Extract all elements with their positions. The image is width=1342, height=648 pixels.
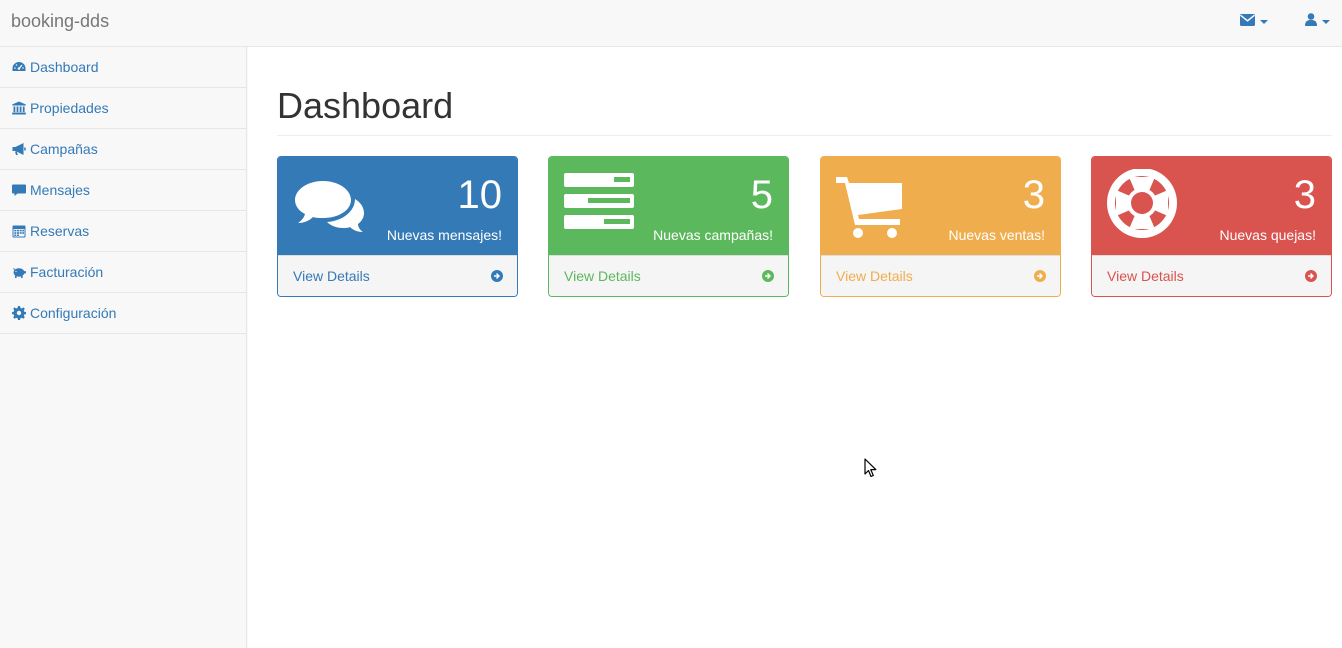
bullhorn-icon xyxy=(11,142,27,156)
panel-heading: 3 Nuevas ventas! xyxy=(821,157,1060,255)
sidebar-item-campanas[interactable]: Campañas xyxy=(0,129,246,170)
arrow-circle-right-icon xyxy=(1034,270,1046,282)
calendar-icon xyxy=(11,224,27,238)
view-details-label: View Details xyxy=(836,268,913,284)
sidebar-item-dashboard[interactable]: Dashboard xyxy=(0,47,246,88)
shopping-cart-icon xyxy=(836,169,908,241)
sidebar: Dashboard Propiedades Campañas Mensajes … xyxy=(0,47,247,648)
user-icon xyxy=(1305,13,1317,31)
arrow-circle-right-icon xyxy=(1305,270,1317,282)
sidebar-item-label: Reservas xyxy=(30,223,90,239)
sidebar-item-mensajes[interactable]: Mensajes xyxy=(0,170,246,211)
sidebar-item-propiedades[interactable]: Propiedades xyxy=(0,88,246,129)
new-campaigns-count: 5 xyxy=(750,173,773,217)
comment-icon xyxy=(11,183,27,197)
panel-heading: 10 Nuevas mensajes! xyxy=(278,157,517,255)
comments-icon xyxy=(293,169,365,241)
gear-icon xyxy=(11,306,27,320)
top-navbar: booking-dds xyxy=(0,0,1342,47)
piggy-bank-icon xyxy=(11,265,27,279)
sidebar-item-configuracion[interactable]: Configuración xyxy=(0,293,246,334)
panel-heading: 3 Nuevas quejas! xyxy=(1092,157,1331,255)
dashboard-icon xyxy=(11,60,27,74)
page-header: Dashboard xyxy=(277,85,1332,136)
view-details-link[interactable]: View Details xyxy=(549,255,788,296)
arrow-circle-right-icon xyxy=(491,270,503,282)
arrow-circle-right-icon xyxy=(762,270,774,282)
chevron-down-icon xyxy=(1322,20,1330,24)
view-details-link[interactable]: View Details xyxy=(278,255,517,296)
sidebar-item-reservas[interactable]: Reservas xyxy=(0,211,246,252)
sidebar-item-label: Dashboard xyxy=(30,59,99,75)
sidebar-item-label: Campañas xyxy=(30,141,98,157)
new-sales-count: 3 xyxy=(1022,173,1045,217)
new-messages-label: Nuevas mensajes! xyxy=(386,227,502,243)
new-complaints-count: 3 xyxy=(1293,173,1316,217)
brand-link[interactable]: booking-dds xyxy=(11,11,109,32)
support-icon xyxy=(1107,168,1179,241)
panel-heading: 5 Nuevas campañas! xyxy=(549,157,788,255)
bank-icon xyxy=(11,101,27,115)
user-dropdown[interactable] xyxy=(1305,13,1330,31)
campaigns-panel: 5 Nuevas campañas! View Details xyxy=(548,156,789,297)
sidebar-item-label: Configuración xyxy=(30,305,117,321)
main-content: Dashboard 10 Nuevas mensajes! View Detai… xyxy=(248,47,1342,648)
view-details-link[interactable]: View Details xyxy=(821,255,1060,296)
view-details-label: View Details xyxy=(1107,268,1184,284)
messages-panel: 10 Nuevas mensajes! View Details xyxy=(277,156,518,297)
envelope-icon xyxy=(1240,13,1255,31)
sidebar-item-label: Facturación xyxy=(30,264,104,280)
chevron-down-icon xyxy=(1260,20,1268,24)
view-details-label: View Details xyxy=(293,268,370,284)
sidebar-item-label: Propiedades xyxy=(30,100,109,116)
messages-dropdown[interactable] xyxy=(1240,13,1268,31)
tasks-icon xyxy=(564,169,636,241)
new-messages-count: 10 xyxy=(457,173,503,217)
sidebar-item-facturacion[interactable]: Facturación xyxy=(0,252,246,293)
mouse-cursor-icon xyxy=(864,458,878,478)
view-details-link[interactable]: View Details xyxy=(1092,255,1331,296)
complaints-panel: 3 Nuevas quejas! View Details xyxy=(1091,156,1332,297)
sales-panel: 3 Nuevas ventas! View Details xyxy=(820,156,1061,297)
view-details-label: View Details xyxy=(564,268,641,284)
sidebar-item-label: Mensajes xyxy=(30,182,90,198)
new-campaigns-label: Nuevas campañas! xyxy=(653,227,773,243)
new-sales-label: Nuevas ventas! xyxy=(948,227,1046,243)
page-title: Dashboard xyxy=(277,85,454,126)
new-complaints-label: Nuevas quejas! xyxy=(1219,227,1316,243)
